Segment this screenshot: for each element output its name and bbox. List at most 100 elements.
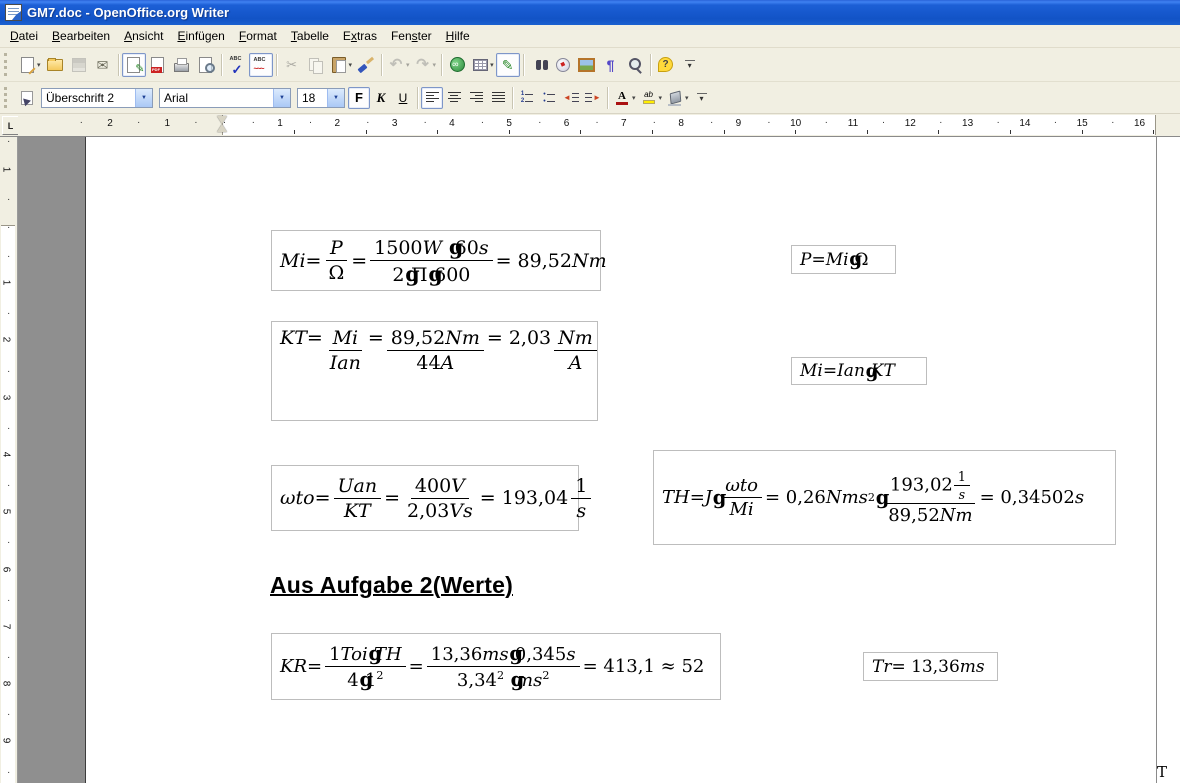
- font-size-dropdown[interactable]: ▼: [327, 89, 344, 107]
- paste-dropdown-arrow[interactable]: ▾: [349, 61, 353, 69]
- formula-text: 89,52: [391, 327, 445, 349]
- vertical-ruler[interactable]: 112345678910·············: [0, 137, 18, 783]
- open-button[interactable]: [43, 53, 67, 77]
- font-color-button[interactable]: A▾: [611, 87, 638, 109]
- formula-text: s: [566, 644, 575, 665]
- ruler-tab-stop: [366, 130, 367, 134]
- application-window: GM7.doc - OpenOffice.org Writer DateiBea…: [0, 0, 1180, 783]
- horizontal-ruler[interactable]: 2112345678910111213141516···············…: [18, 114, 1180, 136]
- send-email-button[interactable]: ✉: [91, 53, 115, 77]
- italic-button[interactable]: K: [370, 87, 392, 109]
- paragraph-style-dropdown[interactable]: ▼: [135, 89, 152, 107]
- document-heading[interactable]: Aus Aufgabe 2(Werte): [270, 572, 513, 599]
- formula-kt[interactable]: KT = MiIan = 89,52Nm44A = 2,03NmA: [271, 321, 598, 421]
- formula-text: =: [811, 250, 825, 270]
- nonprinting-characters-button[interactable]: ¶: [599, 53, 623, 77]
- underline-button[interactable]: U: [392, 87, 414, 109]
- menu-hilfe[interactable]: Hilfe: [439, 26, 477, 46]
- increase-indent-button[interactable]: [582, 87, 604, 109]
- redo-dropdown-arrow[interactable]: ▾: [433, 61, 437, 69]
- document-page[interactable]: Aus Aufgabe 2(Werte) Mi = PΩ = 1500W g60…: [85, 137, 1157, 783]
- formula-mi[interactable]: Mi = PΩ = 1500W g60s2gΠg600 = 89,52Nm: [271, 230, 601, 291]
- toolbar-options-2-icon: ▾: [693, 89, 711, 107]
- new-document-dropdown-arrow[interactable]: ▾: [37, 61, 41, 69]
- justify-button[interactable]: [487, 87, 509, 109]
- font-size-value: 18: [298, 91, 319, 105]
- menu-extras[interactable]: Extras: [336, 26, 384, 46]
- background-color-dropdown-arrow[interactable]: ▾: [685, 94, 689, 102]
- menu-einfgen[interactable]: Einfügen: [170, 26, 231, 46]
- paste-button[interactable]: ▾: [328, 53, 355, 77]
- bullet-list-button[interactable]: [538, 87, 560, 109]
- font-name-combobox[interactable]: Arial ▼: [159, 88, 291, 108]
- formula-p[interactable]: P = MigΩ: [791, 245, 896, 274]
- format-paintbrush-button[interactable]: [354, 53, 378, 77]
- numbered-list-button[interactable]: [516, 87, 538, 109]
- ruler-tick: ·: [7, 199, 10, 201]
- font-name-dropdown[interactable]: ▼: [273, 89, 290, 107]
- formula-wto[interactable]: ωto = UanKT = 400V2,03Vs = 193,041s: [271, 465, 579, 531]
- help-button[interactable]: [654, 53, 678, 77]
- edit-file-button[interactable]: [122, 53, 146, 77]
- menu-tabelle[interactable]: Tabelle: [284, 26, 336, 46]
- menu-fenster[interactable]: Fenster: [384, 26, 439, 46]
- indent-marker-top[interactable]: [217, 116, 227, 124]
- ruler-number: 12: [905, 118, 916, 129]
- formula-tr[interactable]: Tr = 13,36ms: [863, 652, 998, 681]
- print-button[interactable]: [170, 53, 194, 77]
- formula-text: =: [409, 656, 424, 677]
- autospellcheck-button[interactable]: [249, 53, 273, 77]
- toolbar-grip[interactable]: [4, 53, 12, 76]
- bold-button[interactable]: F: [348, 87, 370, 109]
- formula-mi-ian[interactable]: Mi = IangKT: [791, 357, 927, 385]
- undo-dropdown-arrow[interactable]: ▾: [406, 61, 410, 69]
- formula-text: J: [705, 487, 712, 508]
- font-color-dropdown-arrow[interactable]: ▾: [632, 94, 636, 102]
- align-right-button[interactable]: [465, 87, 487, 109]
- page-preview-button[interactable]: [194, 53, 218, 77]
- align-left-button[interactable]: [421, 87, 443, 109]
- highlighting-dropdown-arrow[interactable]: ▾: [659, 94, 663, 102]
- font-size-combobox[interactable]: 18 ▼: [297, 88, 345, 108]
- new-document-button[interactable]: ▾: [16, 53, 43, 77]
- page-preview-icon: [197, 56, 215, 74]
- toolbar-grip[interactable]: [4, 87, 12, 109]
- find-replace-button[interactable]: [527, 53, 551, 77]
- formula-text: Mi: [800, 361, 823, 381]
- formula-th[interactable]: TH = JgωtoMi = 0,26Nms2 g193,021s89,52Nm…: [653, 450, 1116, 545]
- draw-functions-button[interactable]: ✎: [496, 53, 520, 77]
- formula-text: 13,36: [431, 644, 483, 665]
- ruler-margin-line: [1155, 115, 1156, 135]
- formula-kr[interactable]: KR = 1ToigTH4g12 = 13,36msg0,345s3,342 g…: [271, 633, 721, 700]
- menu-bearbeiten[interactable]: Bearbeiten: [45, 26, 117, 46]
- multiplication-dot-glyph: g: [511, 668, 525, 691]
- navigator-button[interactable]: [551, 53, 575, 77]
- formula-text: Ian: [837, 361, 865, 381]
- export-pdf-button[interactable]: [146, 53, 170, 77]
- decrease-indent-button[interactable]: [560, 87, 582, 109]
- indent-marker-bottom[interactable]: [217, 124, 227, 132]
- highlighting-button[interactable]: ab▾: [638, 87, 665, 109]
- formula-text: Nms: [826, 487, 868, 508]
- zoom-button[interactable]: [623, 53, 647, 77]
- spellcheck-button[interactable]: [225, 53, 249, 77]
- toolbar-options-button[interactable]: ▾: [678, 53, 702, 77]
- hyperlink-button[interactable]: [445, 53, 469, 77]
- formula-text: = 413,1 ≈ 52: [583, 656, 705, 677]
- font-color-icon: A: [613, 89, 631, 107]
- align-center-button[interactable]: [443, 87, 465, 109]
- ruler-tick: ·: [653, 117, 656, 128]
- toolbar-options-2-button[interactable]: ▾: [691, 87, 713, 109]
- ruler-number: 2: [0, 337, 11, 343]
- ruler-tick: ·: [309, 117, 312, 128]
- background-color-button[interactable]: ▾: [664, 87, 691, 109]
- menu-format[interactable]: Format: [232, 26, 284, 46]
- tab-type-selector[interactable]: L: [2, 116, 19, 135]
- menu-ansicht[interactable]: Ansicht: [117, 26, 170, 46]
- insert-table-button[interactable]: ▾: [469, 53, 496, 77]
- paragraph-style-combobox[interactable]: Überschrift 2 ▼: [41, 88, 153, 108]
- menu-datei[interactable]: Datei: [3, 26, 45, 46]
- styles-window-button[interactable]: [16, 87, 38, 109]
- gallery-button[interactable]: [575, 53, 599, 77]
- insert-table-dropdown-arrow[interactable]: ▾: [490, 61, 494, 69]
